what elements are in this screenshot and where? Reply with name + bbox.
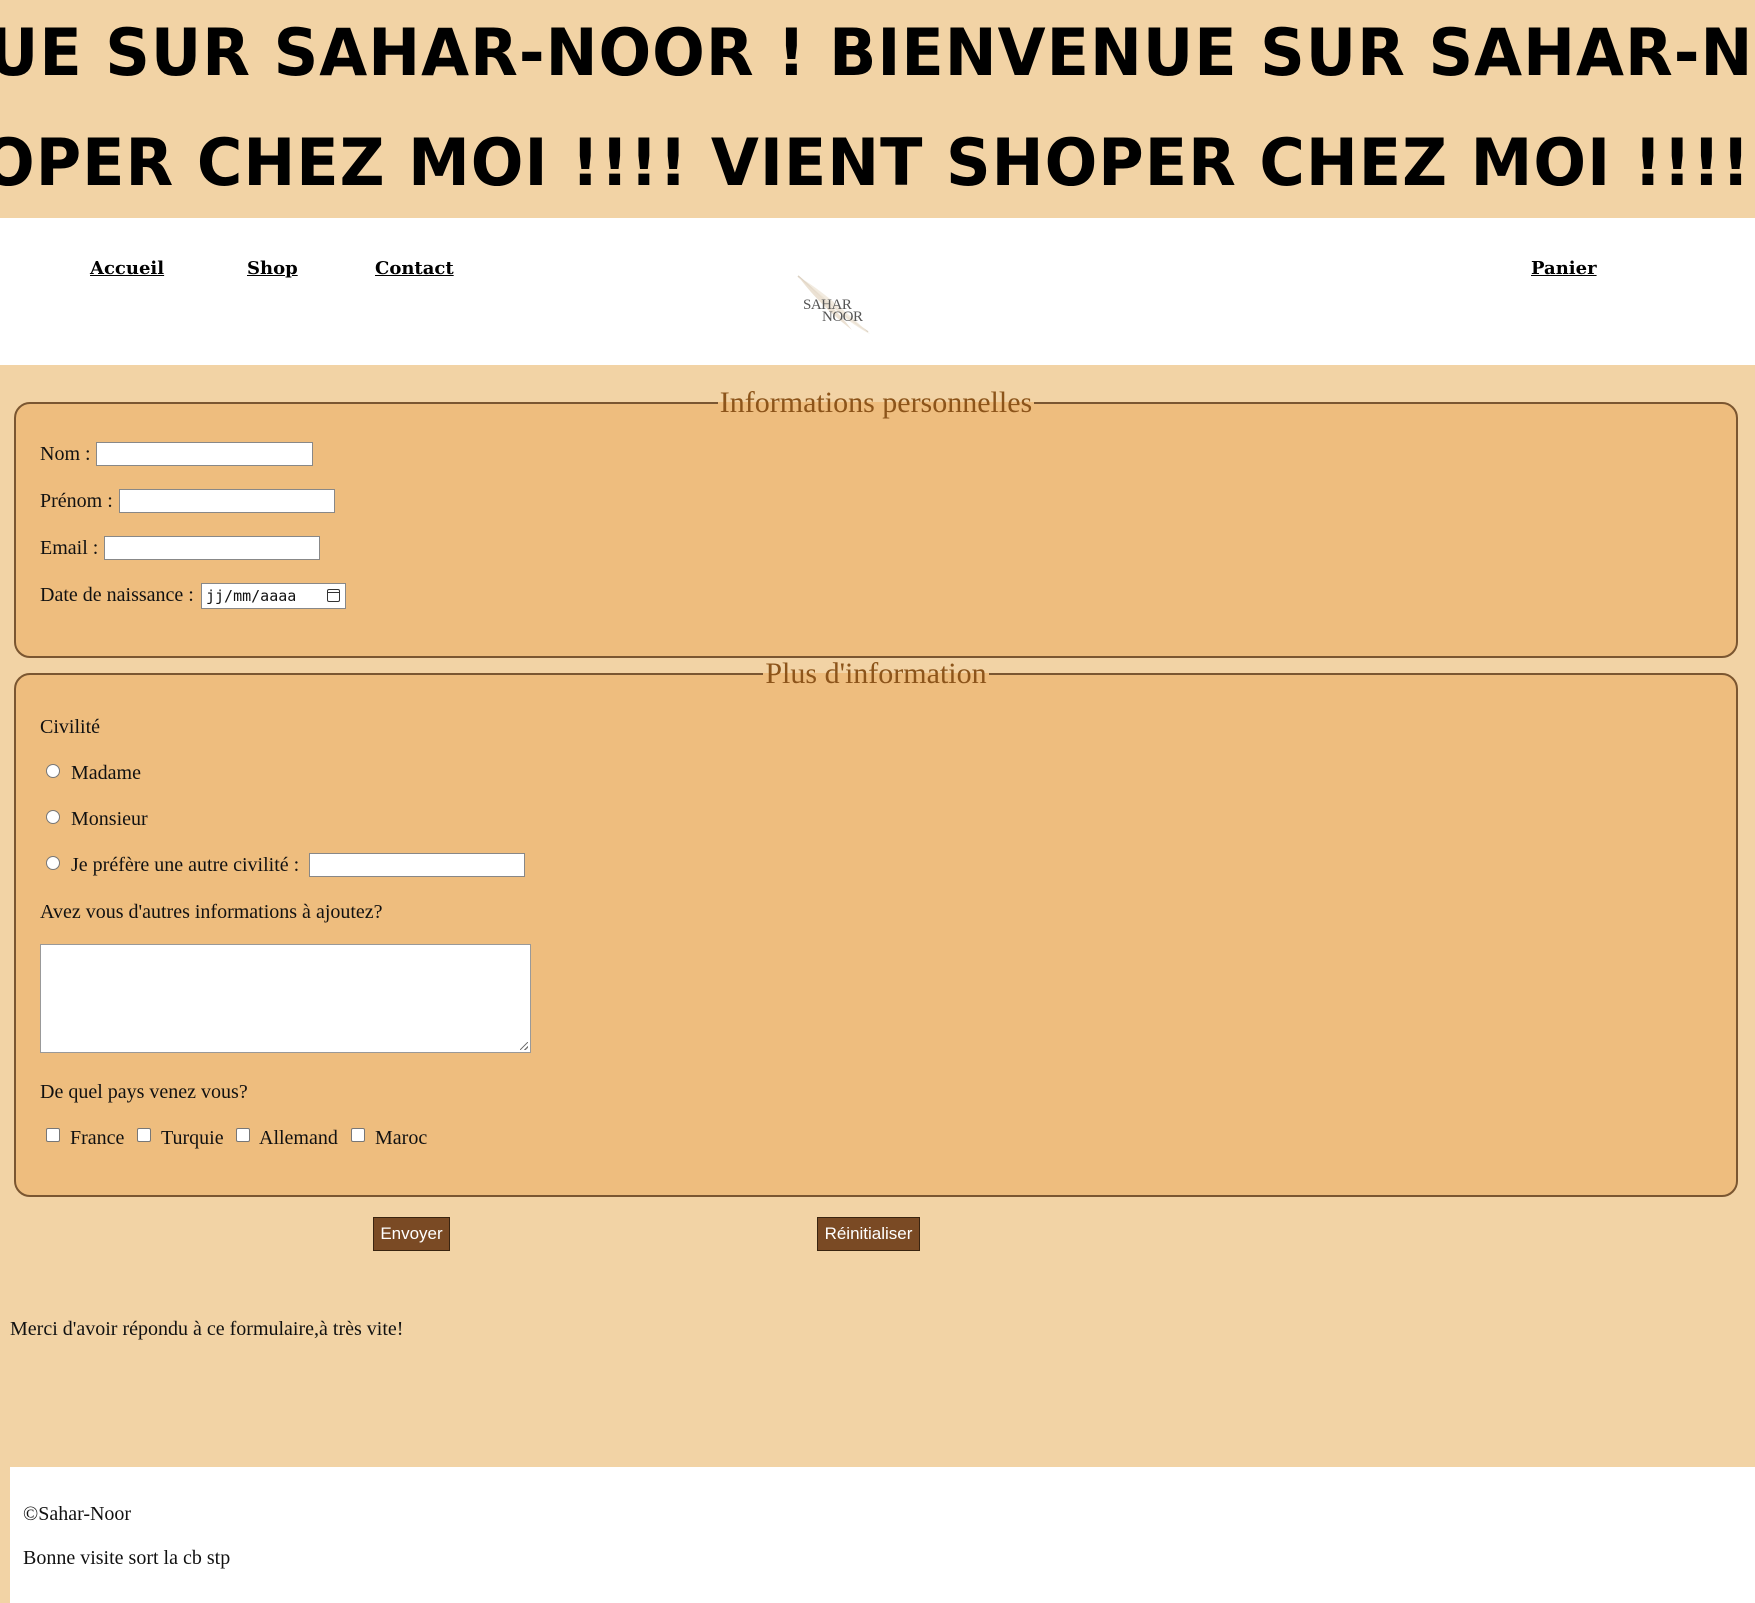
email-label: Email : (40, 537, 99, 559)
dob-input[interactable]: jj/mm/aaaa (201, 583, 346, 609)
prenom-input[interactable] (119, 489, 335, 513)
resize-grip-icon[interactable] (520, 1042, 528, 1050)
nom-input[interactable] (96, 442, 313, 466)
more-info-fieldset: Plus d'information (14, 657, 1738, 1197)
email-input[interactable] (104, 536, 320, 560)
nav-link-panier[interactable]: Panier (1531, 258, 1597, 279)
dob-placeholder: jj/mm/aaaa (206, 587, 297, 605)
calendar-icon[interactable] (327, 589, 340, 602)
checkbox-allemand[interactable] (236, 1128, 250, 1142)
logo-text-noor: NOOR (822, 309, 863, 325)
radio-monsieur[interactable] (46, 810, 60, 824)
checkbox-maroc[interactable] (351, 1128, 365, 1142)
autre-civilite-input[interactable] (309, 853, 525, 877)
submit-button[interactable]: Envoyer (373, 1217, 450, 1251)
infos-question: Avez vous d'autres informations à ajoute… (40, 901, 383, 923)
checkbox-france[interactable] (46, 1128, 60, 1142)
checkbox-allemand-label: Allemand (259, 1127, 338, 1149)
dob-label: Date de naissance : (40, 584, 194, 606)
thanks-message: Merci d'avoir répondu à ce formulaire,à … (10, 1318, 404, 1340)
civilite-label: Civilité (40, 716, 100, 738)
welcome-banner: UE SUR SAHAR-NOOR ! BIENVENUE SUR SAHAR-… (0, 0, 1755, 218)
nav-link-contact[interactable]: Contact (375, 258, 454, 279)
sahar-noor-logo[interactable]: SAHAR NOOR (790, 272, 880, 340)
checkbox-france-label: France (70, 1127, 125, 1149)
radio-madame[interactable] (46, 764, 60, 778)
footer-message: Bonne visite sort la cb stp (23, 1547, 231, 1569)
banner-line-welcome: UE SUR SAHAR-NOOR ! BIENVENUE SUR SAHAR-… (0, 14, 1755, 91)
checkbox-turquie[interactable] (137, 1128, 151, 1142)
footer-copyright: ©Sahar-Noor (23, 1503, 132, 1525)
personal-info-legend: Informations personnelles (719, 386, 1033, 419)
radio-madame-label: Madame (71, 762, 141, 784)
pays-question: De quel pays venez vous? (40, 1081, 248, 1103)
radio-autre-civilite-label: Je préfère une autre civilité : (71, 854, 300, 876)
radio-autre-civilite[interactable] (46, 856, 60, 870)
infos-textarea[interactable] (40, 944, 531, 1053)
personal-info-fieldset: Informations personnelles (14, 386, 1738, 658)
nom-label: Nom : (40, 443, 91, 465)
footer: ©Sahar-Noor Bonne visite sort la cb stp (10, 1467, 1755, 1603)
prenom-label: Prénom : (40, 490, 113, 512)
more-info-legend: Plus d'information (765, 657, 987, 690)
banner-line-shop: OPER CHEZ MOI !!!! VIENT SHOPER CHEZ MOI… (0, 124, 1751, 201)
checkbox-maroc-label: Maroc (375, 1127, 428, 1149)
nav-link-accueil[interactable]: Accueil (90, 258, 164, 279)
checkbox-turquie-label: Turquie (161, 1127, 224, 1149)
nav-link-shop[interactable]: Shop (247, 258, 298, 279)
reset-button[interactable]: Réinitialiser (817, 1217, 920, 1251)
radio-monsieur-label: Monsieur (71, 808, 148, 830)
